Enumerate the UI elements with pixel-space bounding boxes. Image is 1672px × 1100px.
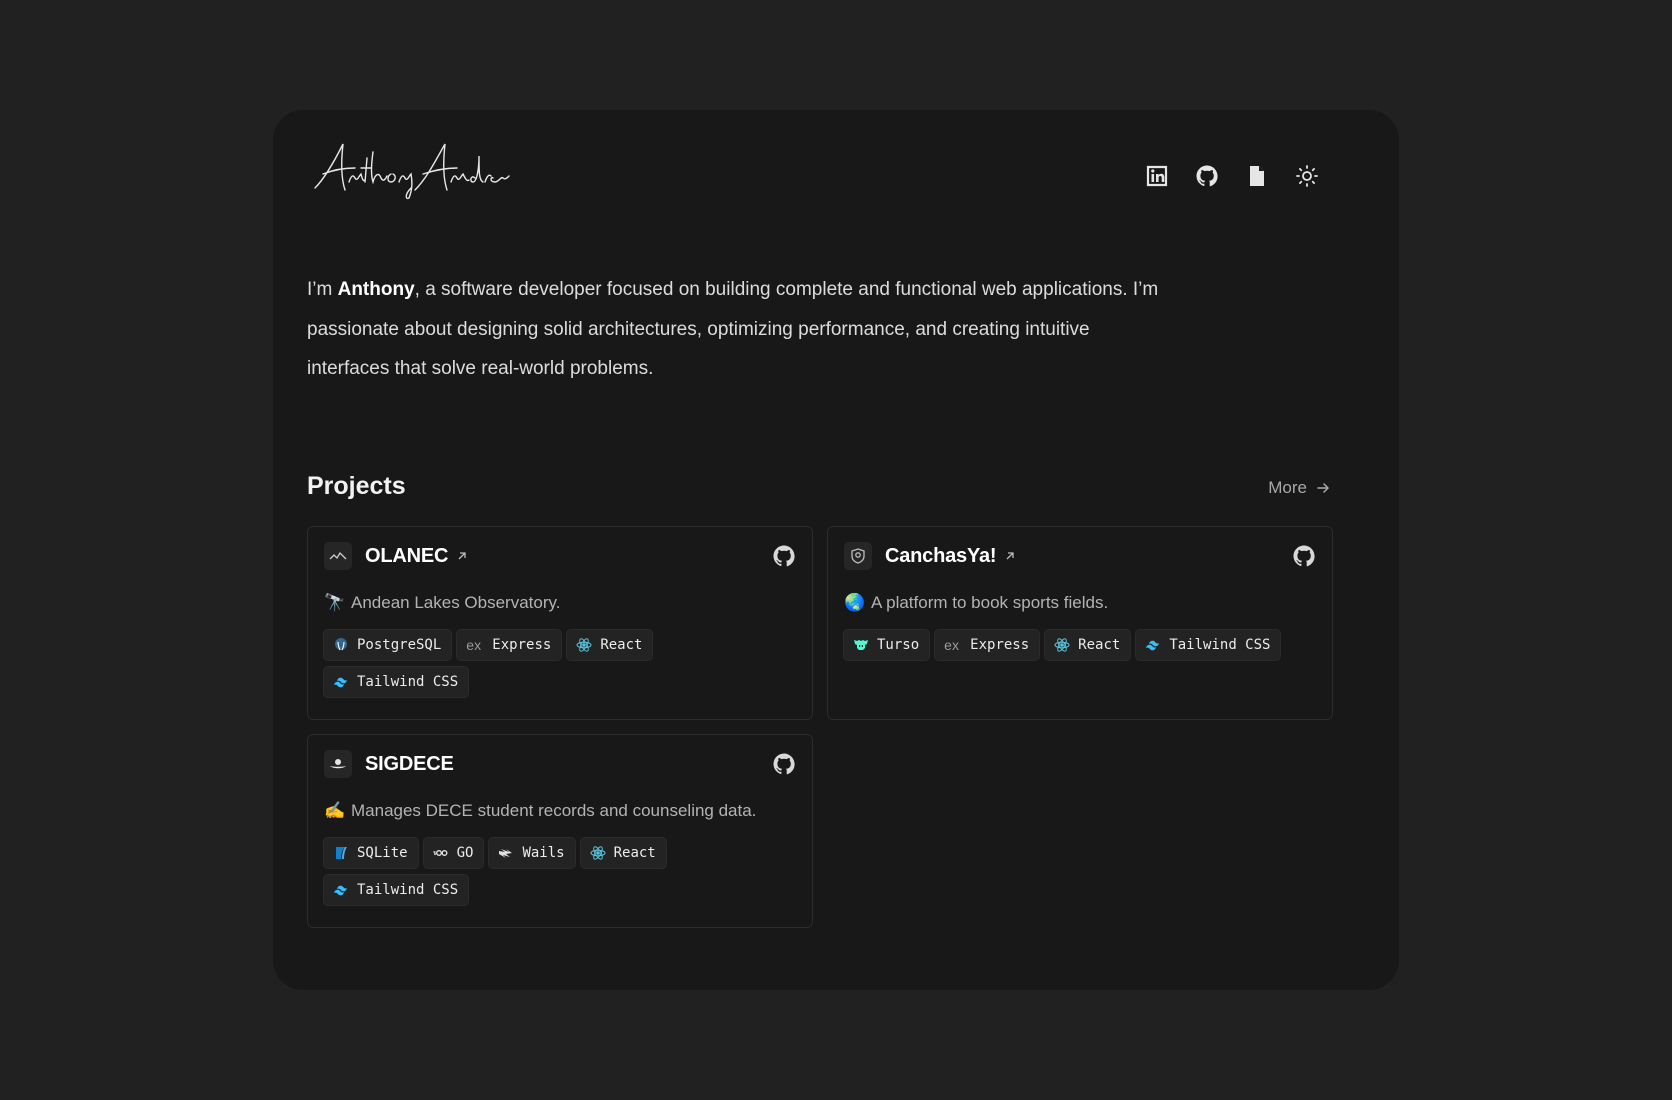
express-icon: ex	[466, 637, 482, 653]
project-header: OLANEC	[324, 541, 796, 571]
github-icon[interactable]	[1193, 162, 1221, 190]
project-name[interactable]: SIGDECE	[365, 753, 454, 776]
projects-heading: Projects	[307, 472, 406, 500]
description-text: Manages DECE student records and counsel…	[351, 801, 757, 820]
intro-text: I’m Anthony, a software developer focuse…	[307, 270, 1167, 389]
github-icon[interactable]	[772, 752, 796, 776]
tag-label: Express	[970, 637, 1030, 653]
telescope-icon: 🔭	[324, 593, 346, 612]
postgresql-icon	[335, 638, 347, 651]
intro-name: Anthony	[337, 279, 415, 300]
tag-label: Wails	[522, 845, 565, 861]
project-description: 🌏 A platform to book sports fields.	[844, 593, 1316, 613]
tag-label: React	[600, 637, 643, 653]
react-icon	[1054, 638, 1070, 652]
sun-icon[interactable]	[1293, 162, 1321, 190]
tailwind-icon	[334, 885, 347, 896]
project-card-canchasya[interactable]: CanchasYa! 🌏 A platform to book sports f…	[827, 526, 1333, 720]
tag-label: SQLite	[357, 845, 408, 861]
tailwind-icon	[334, 677, 347, 688]
tag-sqlite: SQLite	[323, 837, 419, 869]
tag-tailwind: Tailwind CSS	[1135, 629, 1282, 661]
intro-prefix: I’m	[307, 279, 338, 300]
canchasya-logo	[844, 542, 872, 570]
go-icon	[433, 849, 448, 856]
tag-label: PostgreSQL	[357, 637, 442, 653]
signature-logo[interactable]	[311, 138, 511, 202]
project-name[interactable]: CanchasYa!	[885, 545, 997, 568]
tag-label: React	[613, 845, 656, 861]
wails-icon	[499, 849, 513, 858]
project-name[interactable]: OLANEC	[365, 545, 448, 568]
description-text: A platform to book sports fields.	[871, 593, 1109, 612]
tag-postgresql: PostgreSQL	[323, 629, 453, 661]
github-icon[interactable]	[1292, 544, 1316, 568]
arrow-right-icon	[1317, 483, 1330, 493]
tag-express: ex Express	[934, 629, 1041, 661]
tailwind-icon	[1146, 640, 1160, 651]
project-header: SIGDECE	[324, 749, 796, 779]
tag-label: Tailwind CSS	[357, 882, 459, 898]
express-icon: ex	[944, 637, 959, 653]
tech-tags: Turso ex Express React Tailwind CSS	[843, 629, 1320, 661]
tag-label: React	[1078, 637, 1121, 653]
external-link-icon[interactable]	[456, 550, 468, 562]
tag-tailwind: Tailwind CSS	[323, 874, 470, 906]
tag-tailwind: Tailwind CSS	[323, 666, 470, 698]
linkedin-icon[interactable]	[1143, 162, 1171, 190]
project-description: ✍️ Manages DECE student records and coun…	[324, 801, 796, 821]
tag-label: Tailwind CSS	[1169, 637, 1271, 653]
tag-wails: Wails	[488, 837, 576, 869]
project-description: 🔭 Andean Lakes Observatory.	[324, 593, 796, 613]
tag-label: Turso	[877, 637, 920, 653]
more-label: More	[1268, 478, 1307, 497]
header-icons	[1143, 162, 1321, 190]
external-link-icon[interactable]	[1004, 550, 1016, 562]
project-header: CanchasYa!	[844, 541, 1316, 571]
main-card: I’m Anthony, a software developer focuse…	[273, 110, 1399, 990]
tag-react: React	[1044, 629, 1132, 661]
tech-tags: SQLite GO Wails React Tailwind CSS	[323, 837, 800, 906]
project-card-olanec[interactable]: OLANEC 🔭 Andean Lakes Observatory. Postg…	[307, 526, 813, 720]
sqlite-icon	[336, 847, 347, 859]
description-text: Andean Lakes Observatory.	[351, 593, 561, 612]
tag-react: React	[579, 837, 667, 869]
github-icon[interactable]	[772, 544, 796, 568]
react-icon	[590, 846, 606, 860]
tech-tags: PostgreSQL ex Express React Tailwind CSS	[323, 629, 800, 698]
intro-rest: , a software developer focused on buildi…	[307, 279, 1159, 379]
tag-express: ex Express	[456, 629, 563, 661]
olanec-logo	[324, 542, 352, 570]
turso-icon	[854, 640, 868, 650]
writing-hand-icon: ✍️	[324, 801, 346, 820]
globe-icon: 🌏	[844, 593, 866, 612]
document-icon[interactable]	[1243, 162, 1271, 190]
more-link[interactable]: More	[1268, 478, 1331, 498]
sigdece-logo	[324, 750, 352, 778]
react-icon	[576, 638, 592, 652]
tag-turso: Turso	[843, 629, 931, 661]
tag-label: Tailwind CSS	[357, 674, 459, 690]
tag-react: React	[566, 629, 654, 661]
tag-label: Express	[492, 637, 552, 653]
project-card-sigdece[interactable]: SIGDECE ✍️ Manages DECE student records …	[307, 734, 813, 928]
tag-go: GO	[422, 837, 485, 869]
tag-label: GO	[456, 845, 474, 861]
